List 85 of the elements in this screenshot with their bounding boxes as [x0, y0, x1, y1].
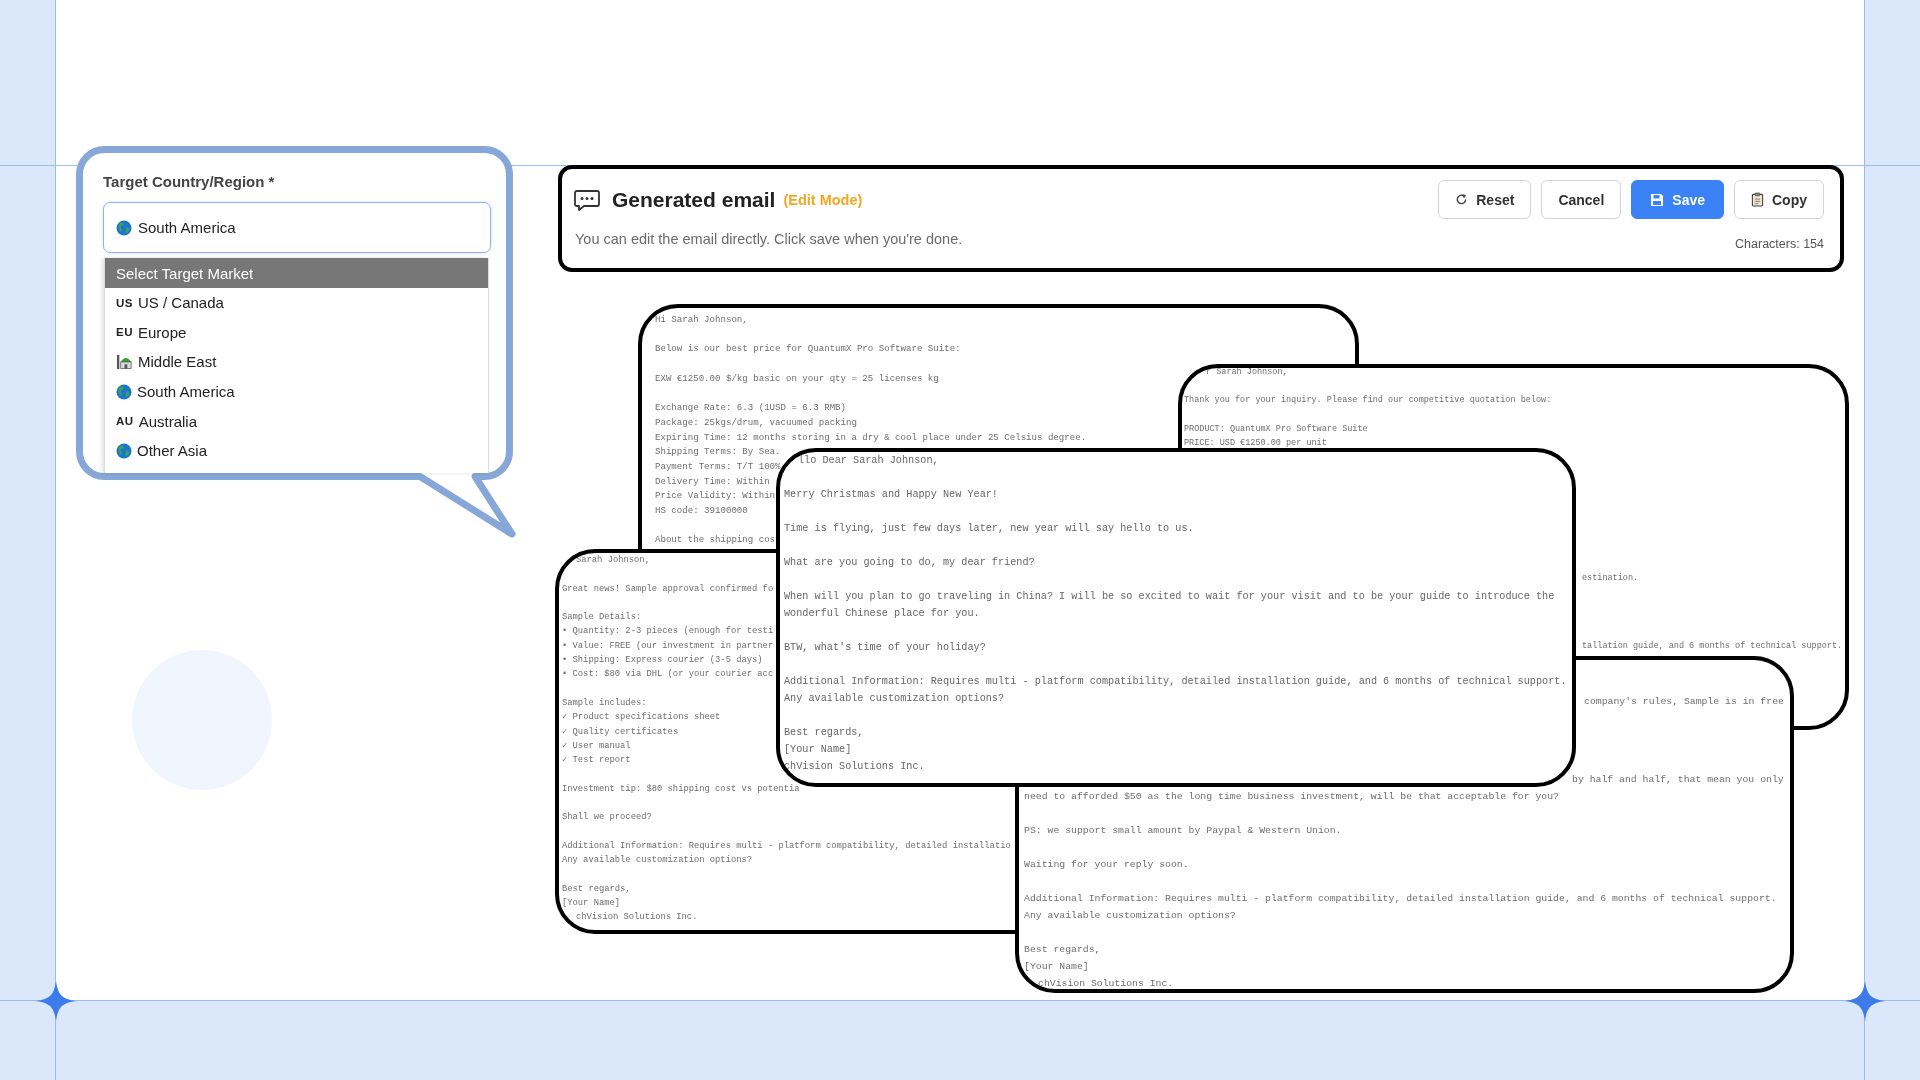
email-text-line: PRODUCT: QuantumX Pro Software Suite — [1184, 422, 1368, 436]
dropdown-option[interactable]: US US / Canada — [105, 288, 488, 318]
email-text-line: Expiring Time: 12 months storing in a dry & cool place under 25 Celsius degree. — [655, 430, 1087, 445]
email-text-line: Best regards, — [784, 726, 864, 740]
globe-icon — [116, 442, 132, 459]
email-text-line: Below is our best price for QuantumX Pro Software Suite: — [655, 342, 961, 357]
email-text-line: Best regards, — [1024, 943, 1101, 957]
email-text-line: Merry Christmas and Happy New Year! — [784, 488, 998, 502]
chat-icon — [574, 188, 600, 211]
email-text-line: Waiting for your reply soon. — [1024, 858, 1189, 872]
copy-button[interactable]: Copy — [1734, 180, 1824, 219]
email-text-line: Investment tip: $80 shipping cost vs potentia — [562, 782, 800, 796]
email-text-line: tallation guide, and 6 months of technical support. — [1582, 640, 1843, 654]
email-text-line: • Cost: $80 via DHL (or your courier acc — [562, 668, 774, 682]
email-text-line: ✓ Product specifications sheet — [562, 711, 721, 725]
save-button[interactable]: Save — [1631, 180, 1724, 219]
dropdown-option[interactable]: AU Australia — [105, 406, 488, 436]
email-text-line: llo Dear Sarah Johnson, — [797, 454, 939, 468]
email-text-line: PS: we support small amount by Paypal & Western Union. — [1024, 824, 1342, 838]
save-icon — [1650, 192, 1665, 207]
globe-icon — [116, 383, 132, 400]
panel-title: Generated email — [612, 187, 776, 212]
mosque-icon — [116, 353, 133, 371]
email-text-line: r Sarah Johnson, — [1205, 368, 1288, 379]
email-text-line: When will you plan to go traveling in China? I will be so excited to wait for your visit and to be your guide to introduce the — [784, 590, 1555, 604]
email-text-line: Delivery Time: Within — [655, 474, 770, 489]
dropdown-option[interactable]: Middle East — [105, 347, 488, 377]
email-text-line: company's rules, Sample is in free — [1584, 695, 1784, 709]
email-text-line: [Your Name] — [1024, 960, 1089, 974]
email-text-line: • Value: FREE (our investment in partner — [562, 639, 774, 653]
email-text-line: What are you going to do, my dear friend? — [784, 556, 1035, 570]
email-text-line: Additional Information: Requires multi - platform compatibility, detailed installation guide, and 6 months of technical support. — [784, 675, 1567, 689]
email-text-line: About the shipping cos — [655, 533, 776, 548]
email-text-line: Thank you for your inquiry. Please find our competitive quotation below: — [1184, 394, 1552, 408]
dropdown-option[interactable]: EU Europe — [105, 317, 488, 348]
email-text-line: ✓ Test report — [562, 754, 631, 768]
clipboard-icon — [1751, 192, 1764, 207]
email-text-line: EXW €1250.00 $/kg basic on your qty = 25 licenses kg — [655, 371, 939, 386]
email-text-line: by half and half, that mean you only — [1572, 773, 1784, 787]
email-text-line: Additional Information: Requires multi - platform compatibility, detailed installatio — [562, 839, 1011, 853]
select-field[interactable]: South America — [103, 202, 491, 253]
email-text-line: chVision Solutions Inc. — [1037, 977, 1174, 989]
hint-text: You can edit the email directly. Click save when you're done. — [575, 230, 963, 249]
cancel-button[interactable]: Cancel — [1541, 180, 1622, 219]
email-text-line: Price Validity: Within — [655, 489, 776, 504]
email-text-line: [Your Name] — [784, 743, 852, 757]
email-text-line: Additional Information: Requires multi - platform compatibility, detailed installation guide, and 6 months of technical support. — [1024, 892, 1777, 906]
email-text-line: PRICE: USD €1250.00 per unit — [1184, 437, 1327, 450]
email-text-line: Package: 25kgs/drum, vacuumed packing — [655, 415, 857, 430]
email-text-line: [Your Name] — [562, 897, 621, 911]
email-text-line: Hi Sarah Johnson, — [655, 313, 748, 327]
mode-label: (Edit Mode) — [783, 191, 863, 208]
email-text-line: Sample includes: — [562, 696, 647, 710]
email-text-line: • Shipping: Express courier (3-5 days) — [562, 654, 763, 668]
email-text-line: HS code: 39100000 — [655, 504, 748, 519]
email-text-line: Time is flying, just few days later, new year will say hello to us. — [784, 522, 1194, 536]
email-text-line: ✓ User manual — [562, 739, 631, 753]
email-text-line: need to afforded $50 as the long time business investment, will be that acceptable for you? — [1024, 790, 1559, 804]
email-text-line: Payment Terms: T/T 100% — [655, 460, 781, 474]
email-text-line: estination. — [1582, 572, 1639, 586]
email-text-line: BTW, what's time of your holiday? — [784, 641, 986, 655]
sparkle-icon — [1845, 981, 1885, 1021]
email-text-line: Shipping Terms: By Sea. — [655, 445, 781, 460]
email-text-line: ✓ Quality certificates — [562, 725, 679, 739]
email-text-line: Best regards, — [562, 882, 631, 896]
reset-button[interactable]: Reset — [1438, 180, 1532, 219]
dropdown-option[interactable]: South America — [105, 376, 488, 407]
email-text-line: chVision Solutions Inc. — [575, 911, 698, 925]
sparkle-icon — [36, 981, 76, 1021]
email-text-line: Exchange Rate: 6.3 (1USD = 6.3 RMB) — [655, 401, 846, 416]
character-count: Characters: 154 — [1735, 236, 1824, 253]
field-label: Target Country/Region * — [103, 172, 276, 192]
email-text-line: Sample Details: — [562, 611, 642, 625]
email-text-line: • Quantity: 2-3 pieces (enough for testi — [562, 625, 774, 639]
email-text-line: Any available customization options? — [1024, 909, 1236, 923]
email-text-line: Shall we proceed? — [562, 811, 652, 825]
email-text-line: Any available customization options? — [784, 692, 1005, 706]
email-text-line: chVision Solutions Inc. — [784, 760, 925, 774]
email-text-line: wonderful Chinese place for you. — [784, 607, 980, 621]
dropdown-option[interactable]: Other Asia — [105, 435, 488, 466]
refresh-icon — [1455, 193, 1469, 206]
globe-icon — [116, 219, 132, 236]
dropdown-option[interactable]: Select Target Market — [105, 258, 488, 288]
email-text-line: Great news! Sample approval confirmed fo — [562, 582, 774, 596]
email-text-line: Any available customization options? — [562, 854, 753, 868]
